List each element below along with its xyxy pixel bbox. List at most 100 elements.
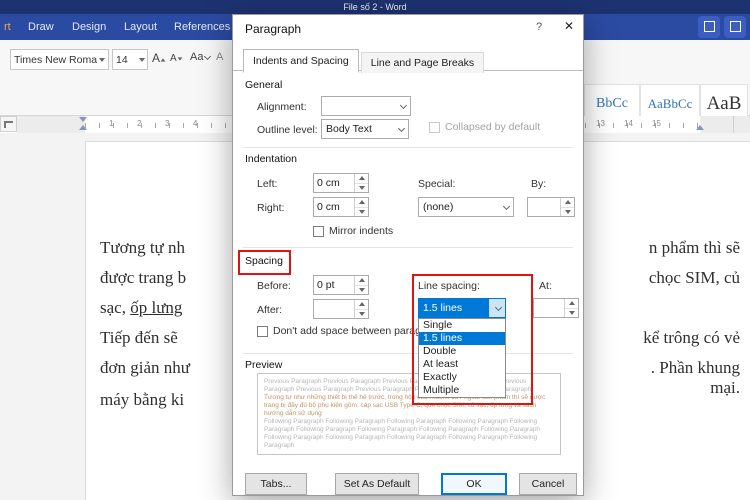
spinner-down-icon[interactable] <box>565 309 578 318</box>
caret-down-icon <box>177 57 183 61</box>
doc-text-line: . Phần khung <box>650 358 740 377</box>
indent-left-label: Left: <box>257 178 278 190</box>
dialog-tabs: Indents and Spacing Line and Page Breaks <box>243 49 485 73</box>
ruler-margin-left <box>17 116 85 133</box>
font-size-value: 14 <box>116 53 128 66</box>
cancel-button[interactable]: Cancel <box>519 473 577 495</box>
spinner-down-icon[interactable] <box>355 286 368 295</box>
collapsed-by-default-checkbox: Collapsed by default <box>429 121 540 133</box>
titlebar: File số 2 - Word <box>0 0 750 14</box>
first-line-indent-marker[interactable] <box>79 117 87 122</box>
chevron-down-icon <box>99 57 105 62</box>
indent-left-spinner[interactable]: 0 cm <box>313 173 369 193</box>
checkbox-icon <box>429 121 440 133</box>
ruler-number: 3 <box>165 119 170 128</box>
preview-following-text: Following Paragraph Following Paragraph … <box>264 418 541 449</box>
tab-layout[interactable]: Layout <box>120 14 161 40</box>
spinner-down-icon[interactable] <box>561 208 574 217</box>
doc-text-line: sạc, ốp lưng <box>100 298 183 317</box>
tab-references[interactable]: References <box>170 14 234 40</box>
spinner-down-icon[interactable] <box>355 208 368 217</box>
tabs-button[interactable]: Tabs... <box>245 473 307 495</box>
doc-text-line: máy bằng ki <box>100 390 185 409</box>
spinner-up-icon[interactable] <box>355 174 368 184</box>
indent-right-label: Right: <box>257 202 285 214</box>
at-spinner[interactable] <box>533 298 579 318</box>
indentation-section-label: Indentation <box>245 153 297 165</box>
font-size-select[interactable]: 14 <box>112 49 148 70</box>
special-select[interactable]: (none) <box>418 197 514 217</box>
hanging-indent-marker[interactable] <box>79 125 87 130</box>
by-spinner[interactable] <box>527 197 575 217</box>
spinner-up-icon[interactable] <box>565 299 578 309</box>
titlebar-icon-1[interactable] <box>698 16 720 38</box>
dialog-title: Paragraph <box>245 22 302 36</box>
combo-arrow-button[interactable] <box>497 198 513 216</box>
chevron-down-icon <box>494 303 502 311</box>
outline-level-select[interactable]: Body Text <box>321 119 409 139</box>
shrink-font-button[interactable]: A <box>170 53 183 64</box>
general-section-label: General <box>245 79 283 91</box>
alignment-label: Alignment: <box>257 101 307 113</box>
spinner-down-icon[interactable] <box>355 184 368 193</box>
combo-arrow-button[interactable] <box>392 120 408 138</box>
spinner-up-icon[interactable] <box>355 300 368 310</box>
after-spinner[interactable] <box>313 299 369 319</box>
preview-sample-text: Tương tự như những thiết bị thế hệ trước… <box>264 394 546 417</box>
doc-text-line: kể trông có vẻ <box>643 328 740 347</box>
before-label: Before: <box>257 280 291 292</box>
doc-text-line: chọc SIM, củ <box>648 268 740 287</box>
spinner-down-icon[interactable] <box>355 310 368 319</box>
line-spacing-select[interactable]: 1.5 lines <box>418 298 506 318</box>
word-window: File số 2 - Word rt Draw Design Layout R… <box>0 0 750 500</box>
font-name-select[interactable]: Times New Roma <box>10 49 109 70</box>
underlined-text: ốp lưng <box>130 298 183 317</box>
right-indent-marker[interactable] <box>696 125 704 130</box>
chevron-down-icon <box>204 52 212 60</box>
ruler-ticks-left <box>85 123 232 128</box>
change-case-button[interactable]: Aa <box>190 51 212 63</box>
option-at-least[interactable]: At least <box>419 358 505 371</box>
tab-indents-and-spacing[interactable]: Indents and Spacing <box>243 49 359 73</box>
set-as-default-button[interactable]: Set As Default <box>335 473 419 495</box>
tab-selector-button[interactable] <box>0 116 17 132</box>
alignment-select[interactable] <box>321 96 411 116</box>
spinner-up-icon[interactable] <box>355 276 368 286</box>
spacing-section-label: Spacing <box>245 255 283 267</box>
option-single[interactable]: Single <box>419 319 505 332</box>
option-multiple[interactable]: Multiple <box>419 384 505 397</box>
combo-arrow-button[interactable] <box>394 97 410 115</box>
doc-text-line: mại. <box>710 378 740 397</box>
spinner-up-icon[interactable] <box>355 198 368 208</box>
help-icon[interactable]: ? <box>531 21 547 33</box>
tab-line-and-page-breaks[interactable]: Line and Page Breaks <box>360 52 485 73</box>
preview-previous-text: Previous Paragraph Previous Paragraph Pr… <box>264 378 532 393</box>
indent-right-spinner[interactable]: 0 cm <box>313 197 369 217</box>
option-double[interactable]: Double <box>419 345 505 358</box>
mirror-indents-checkbox[interactable]: Mirror indents <box>313 225 393 237</box>
square-icon <box>703 21 715 32</box>
titlebar-icon-2[interactable] <box>724 16 746 38</box>
tab-design[interactable]: Design <box>68 14 110 40</box>
doc-text-line: Tiếp đến sẽ <box>100 328 178 347</box>
ok-button[interactable]: OK <box>441 473 507 495</box>
ruler-number: 1 <box>109 119 114 128</box>
ruler-number: 4 <box>193 119 198 128</box>
option-exactly[interactable]: Exactly <box>419 371 505 384</box>
option-1-5-lines[interactable]: 1.5 lines <box>419 332 505 345</box>
spinner-up-icon[interactable] <box>561 198 574 208</box>
by-label: By: <box>531 178 547 190</box>
ruler-number: 14 <box>624 119 633 128</box>
tab-partial[interactable]: rt <box>0 14 15 40</box>
grow-font-button[interactable]: A <box>152 51 166 65</box>
ruler-number: 2 <box>137 119 142 128</box>
checkbox-icon <box>257 325 268 337</box>
before-spinner[interactable]: 0 pt <box>313 275 369 295</box>
tab-draw[interactable]: Draw <box>24 14 58 40</box>
close-icon[interactable]: ✕ <box>559 19 579 33</box>
clear-formatting-button[interactable]: A <box>216 51 223 63</box>
combo-arrow-button[interactable] <box>489 299 505 317</box>
chevron-down-icon <box>139 57 145 62</box>
ruler-number: 15 <box>652 119 661 128</box>
dont-add-space-checkbox[interactable]: Don't add space between paragraphs of th… <box>257 325 421 337</box>
